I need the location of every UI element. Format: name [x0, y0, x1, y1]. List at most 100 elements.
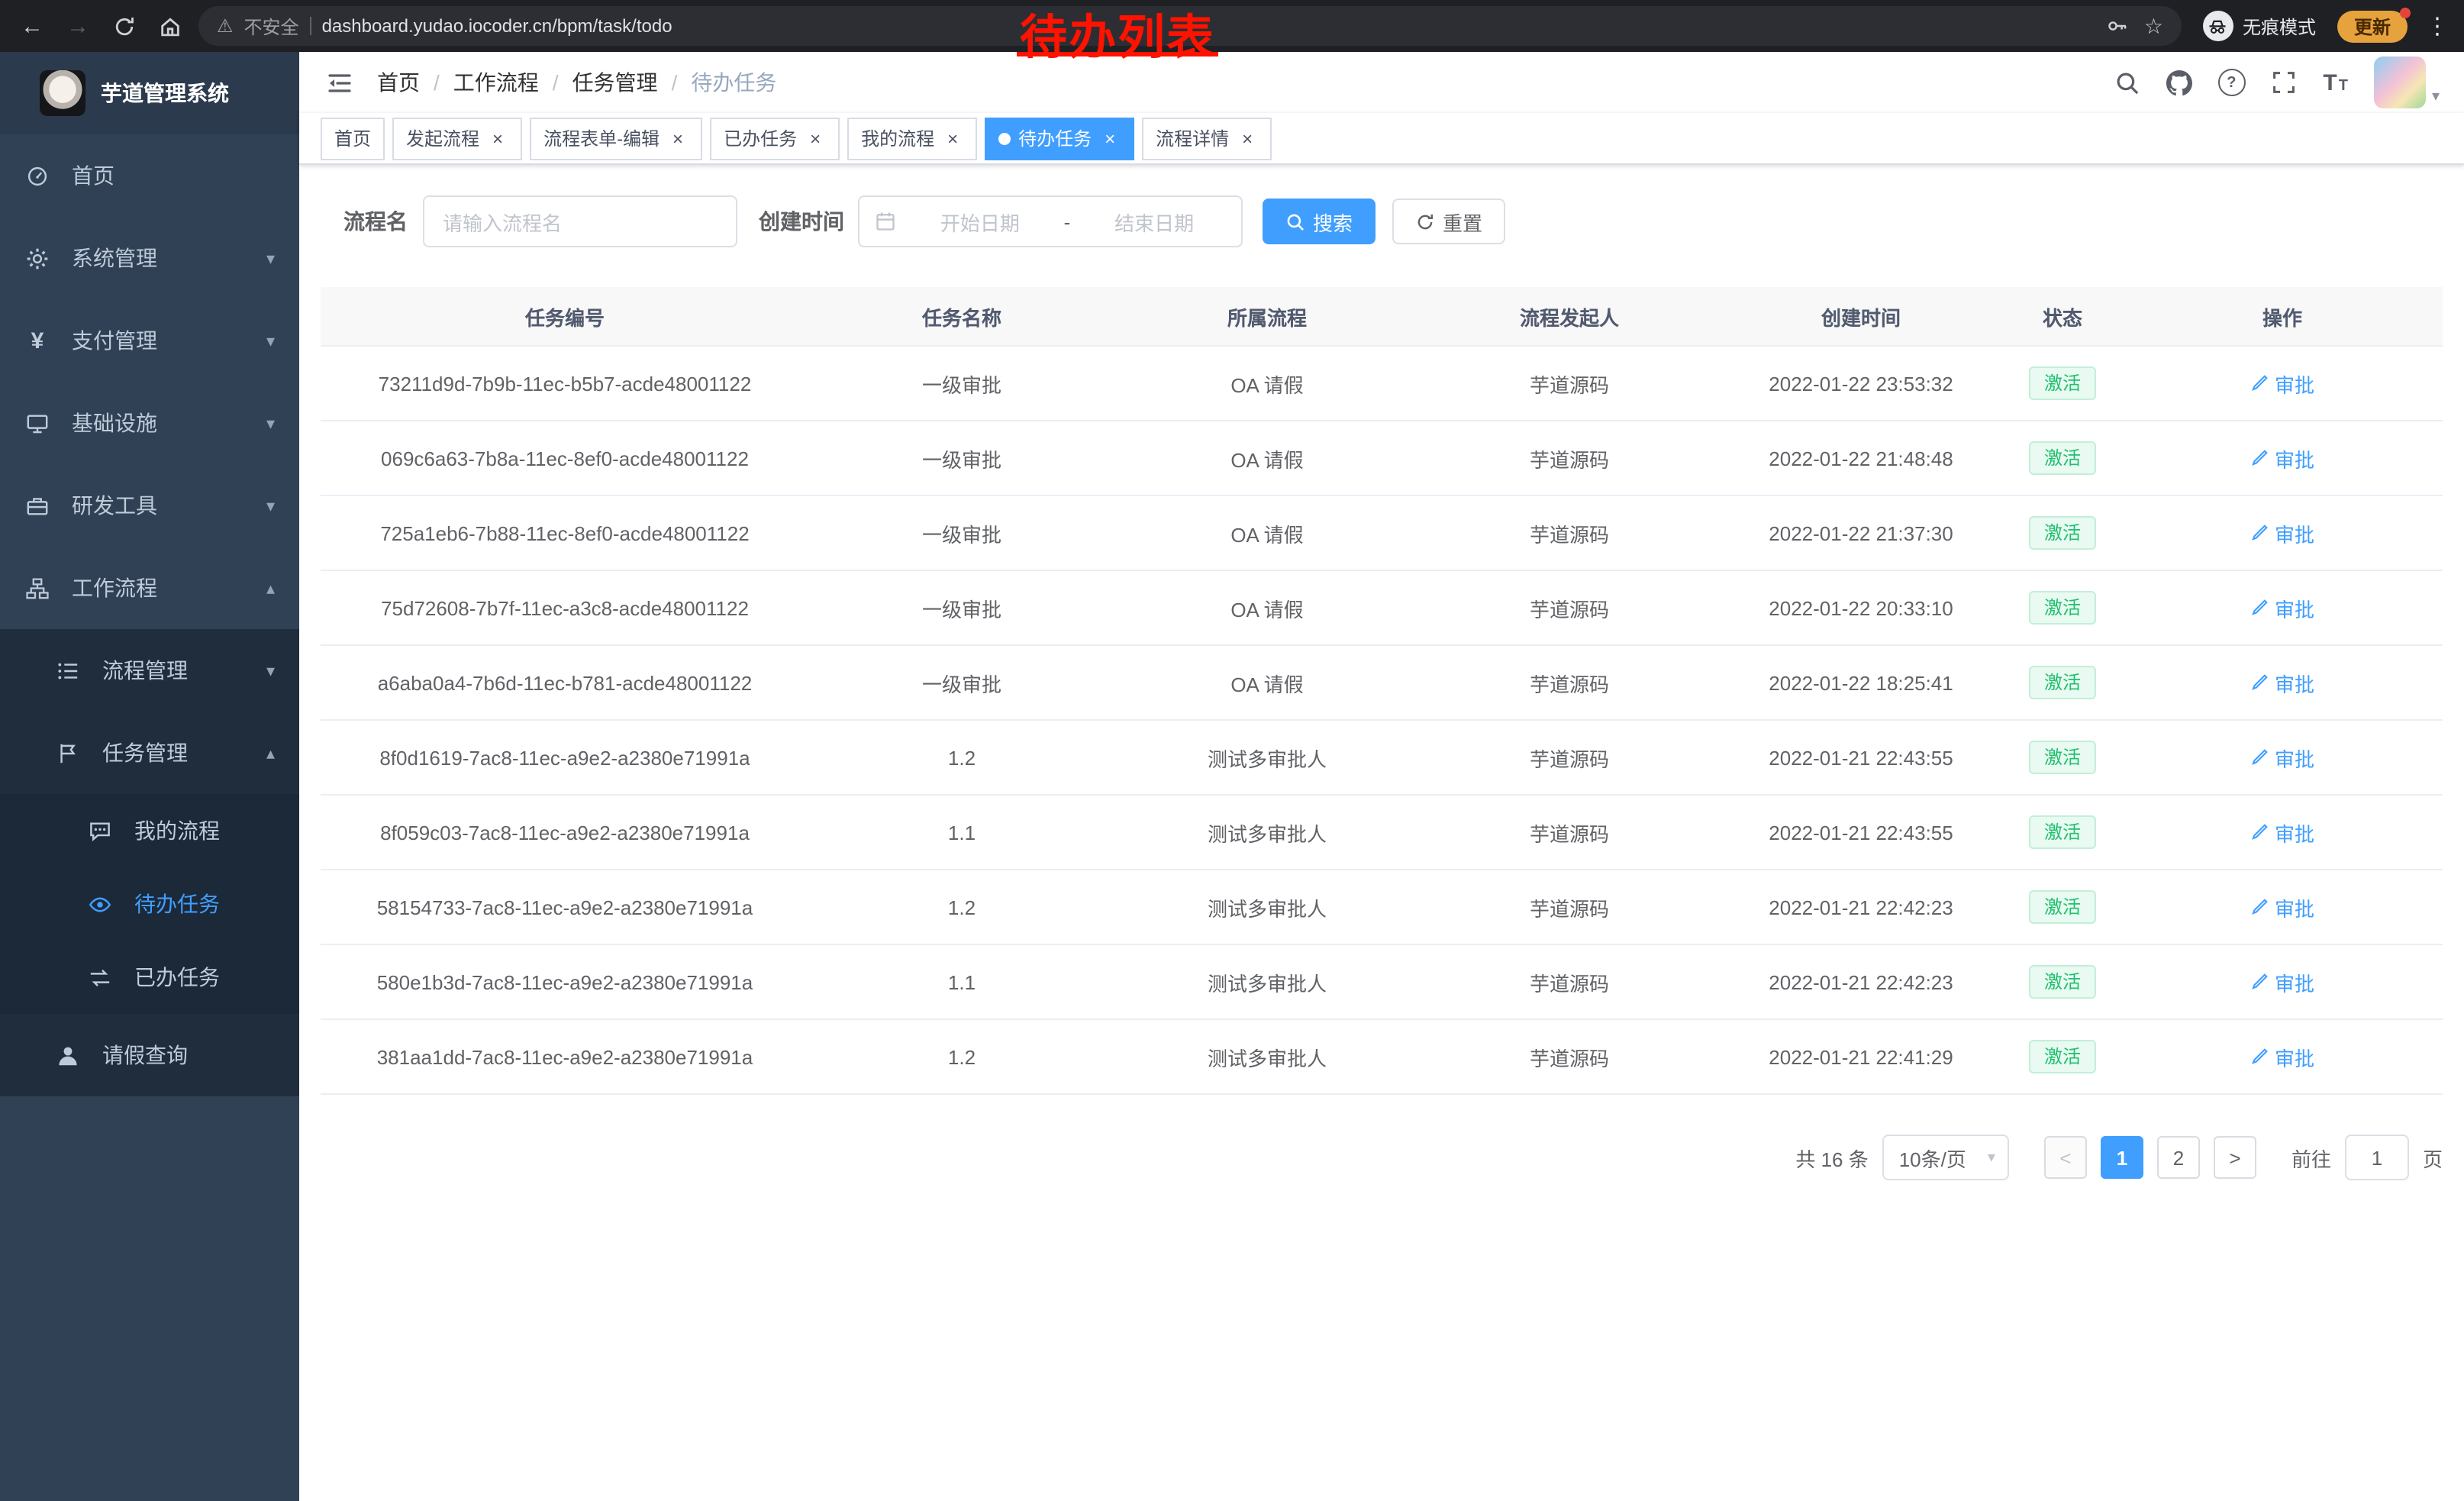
user-menu[interactable]: ▾ — [2374, 56, 2440, 108]
back-icon[interactable]: ← — [15, 9, 49, 43]
task-id-cell: 8f059c03-7ac8-11ec-a9e2-a2380e71991a — [321, 795, 809, 870]
github-icon[interactable] — [2166, 69, 2191, 95]
security-label[interactable]: 不安全 — [244, 13, 299, 39]
process-cell: OA 请假 — [1114, 495, 1420, 570]
task-id-cell: 8f0d1619-7ac8-11ec-a9e2-a2380e71991a — [321, 720, 809, 795]
search-icon — [1285, 211, 1305, 231]
search-icon[interactable] — [2114, 69, 2140, 95]
sidebar-item-payment-mgmt[interactable]: ¥ 支付管理 ▾ — [0, 299, 299, 382]
created-cell: 2022-01-22 21:37:30 — [1719, 495, 2003, 570]
sidebar-item-workflow[interactable]: 工作流程 ▴ — [0, 547, 299, 629]
home-icon[interactable] — [153, 9, 186, 43]
status-cell: 激活 — [2003, 645, 2122, 720]
sidebar-toggle-icon[interactable] — [327, 69, 353, 95]
sidebar-item-infrastructure[interactable]: 基础设施 ▾ — [0, 382, 299, 464]
status-badge: 激活 — [2029, 741, 2096, 774]
browser-menu-icon[interactable]: ⋮ — [2426, 12, 2449, 40]
approve-link[interactable]: 审批 — [2250, 668, 2314, 697]
created-cell: 2022-01-21 22:41:29 — [1719, 1019, 2003, 1094]
sidebar-item-done-tasks[interactable]: 已办任务 — [0, 941, 299, 1014]
reload-icon[interactable] — [107, 9, 140, 43]
logo-image — [40, 70, 85, 116]
actions-cell: 审批 — [2122, 346, 2443, 421]
bookmark-star-icon[interactable]: ☆ — [2144, 13, 2163, 39]
table-row: 75d72608-7b7f-11ec-a3c8-acde48001122 一级审… — [321, 570, 2443, 645]
edit-pen-icon — [2250, 599, 2269, 617]
close-icon[interactable]: × — [805, 128, 826, 149]
col-process: 所属流程 — [1114, 287, 1420, 346]
process-cell: OA 请假 — [1114, 421, 1420, 495]
help-icon[interactable]: ? — [2217, 69, 2245, 96]
goto-page-input[interactable]: 1 — [2345, 1135, 2409, 1180]
tab-process-form-edit[interactable]: 流程表单-编辑 × — [530, 117, 702, 160]
task-name-cell: 1.2 — [809, 1019, 1114, 1094]
search-button[interactable]: 搜索 — [1263, 199, 1376, 244]
forward-icon[interactable]: → — [61, 9, 95, 43]
tab-done-tasks[interactable]: 已办任务 × — [710, 117, 840, 160]
approve-link[interactable]: 审批 — [2250, 369, 2314, 398]
breadcrumb-task-mgmt[interactable]: 任务管理 — [572, 67, 658, 98]
avatar[interactable] — [2374, 56, 2426, 108]
sidebar-item-dev-tools[interactable]: 研发工具 ▾ — [0, 464, 299, 547]
approve-link[interactable]: 审批 — [2250, 893, 2314, 922]
font-size-icon[interactable]: TT — [2323, 71, 2348, 94]
start-date-placeholder[interactable]: 开始日期 — [908, 207, 1052, 236]
fullscreen-icon[interactable] — [2271, 69, 2297, 95]
tab-my-process[interactable]: 我的流程 × — [847, 117, 977, 160]
approve-link[interactable]: 审批 — [2250, 743, 2314, 772]
sidebar-item-leave-query[interactable]: 请假查询 — [0, 1014, 299, 1096]
prev-page-button[interactable]: < — [2044, 1136, 2087, 1179]
close-icon[interactable]: × — [942, 128, 963, 149]
approve-link[interactable]: 审批 — [2250, 444, 2314, 473]
breadcrumb-workflow[interactable]: 工作流程 — [453, 67, 539, 98]
warning-icon: ⚠ — [217, 15, 234, 37]
sidebar-item-my-process[interactable]: 我的流程 — [0, 794, 299, 867]
close-icon[interactable]: × — [1237, 128, 1258, 149]
close-icon[interactable]: × — [667, 128, 689, 149]
approve-link[interactable]: 审批 — [2250, 1042, 2314, 1071]
tab-home[interactable]: 首页 — [321, 117, 385, 160]
tab-todo-tasks[interactable]: 待办任务 × — [985, 117, 1134, 160]
process-cell: 测试多审批人 — [1114, 1019, 1420, 1094]
status-cell: 激活 — [2003, 570, 2122, 645]
col-task-id: 任务编号 — [321, 287, 809, 346]
initiator-cell: 芋道源码 — [1420, 346, 1719, 421]
created-cell: 2022-01-21 22:43:55 — [1719, 720, 2003, 795]
approve-link[interactable]: 审批 — [2250, 518, 2314, 547]
created-cell: 2022-01-21 22:42:23 — [1719, 870, 2003, 944]
reset-button[interactable]: 重置 — [1392, 199, 1505, 244]
topbar: 首页 / 工作流程 / 任务管理 / 待办任务 ? — [299, 52, 2464, 113]
sidebar-item-task-mgmt[interactable]: 任务管理 ▴ — [0, 712, 299, 794]
page-size-select[interactable]: 10条/页 ▾ — [1882, 1135, 2009, 1180]
next-page-button[interactable]: > — [2214, 1136, 2256, 1179]
transfer-icon — [89, 966, 111, 989]
sidebar-item-system-mgmt[interactable]: 系统管理 ▾ — [0, 217, 299, 299]
sidebar-item-home[interactable]: 首页 — [0, 134, 299, 217]
sidebar-item-todo-tasks[interactable]: 待办任务 — [0, 867, 299, 941]
end-date-placeholder[interactable]: 结束日期 — [1082, 207, 1226, 236]
breadcrumb-home[interactable]: 首页 — [377, 67, 420, 98]
chevron-up-icon: ▴ — [266, 743, 275, 763]
sidebar-item-process-mgmt[interactable]: 流程管理 ▾ — [0, 629, 299, 712]
create-time-range-picker[interactable]: 开始日期 - 结束日期 — [858, 195, 1243, 247]
password-key-icon[interactable] — [2108, 15, 2129, 37]
task-id-cell: a6aba0a4-7b6d-11ec-b781-acde48001122 — [321, 645, 809, 720]
edit-pen-icon — [2250, 823, 2269, 841]
task-id-cell: 725a1eb6-7b88-11ec-8ef0-acde48001122 — [321, 495, 809, 570]
tab-process-detail[interactable]: 流程详情 × — [1142, 117, 1272, 160]
incognito-label: 无痕模式 — [2243, 13, 2316, 39]
status-badge: 激活 — [2029, 815, 2096, 849]
breadcrumb-current: 待办任务 — [691, 67, 776, 98]
close-icon[interactable]: × — [487, 128, 508, 149]
app-logo[interactable]: 芋道管理系统 — [0, 52, 299, 134]
page-button-2[interactable]: 2 — [2157, 1136, 2200, 1179]
page-button-1[interactable]: 1 — [2101, 1136, 2143, 1179]
update-button[interactable]: 更新 — [2337, 10, 2408, 42]
approve-link[interactable]: 审批 — [2250, 593, 2314, 622]
close-icon[interactable]: × — [1099, 128, 1121, 149]
process-name-input[interactable]: 请输入流程名 — [423, 195, 737, 247]
tab-start-process[interactable]: 发起流程 × — [392, 117, 522, 160]
approve-link[interactable]: 审批 — [2250, 967, 2314, 996]
approve-link[interactable]: 审批 — [2250, 818, 2314, 847]
url-text[interactable]: dashboard.yudao.iocoder.cn/bpm/task/todo — [322, 15, 672, 37]
